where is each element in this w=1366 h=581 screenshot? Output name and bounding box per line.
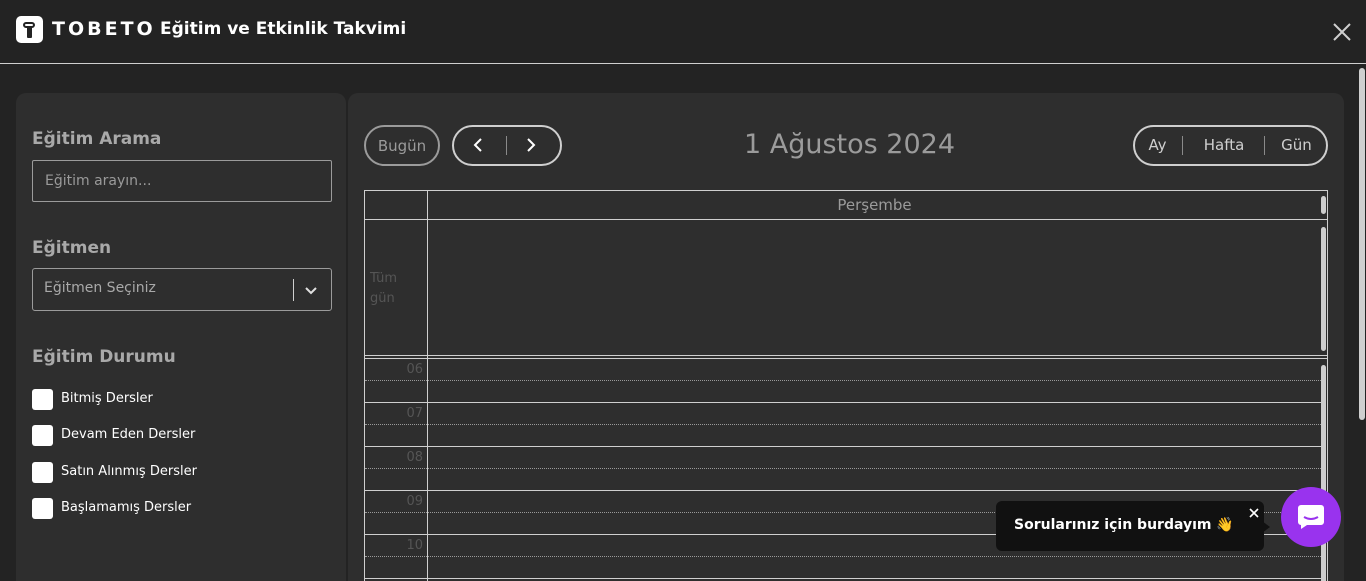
header-scrollbar[interactable] — [1321, 196, 1326, 214]
hour-line — [365, 402, 1321, 403]
training-search-input[interactable] — [32, 160, 332, 202]
chat-launcher-button[interactable] — [1281, 487, 1341, 547]
select-divider — [293, 279, 294, 301]
tooltip-arrow — [1262, 521, 1270, 533]
half-hour-line — [365, 468, 1321, 469]
top-header: TOBETO Eğitim ve Etkinlik Takvimi — [0, 0, 1366, 64]
hour-line — [365, 446, 1321, 447]
prev-button[interactable] — [454, 127, 507, 164]
checkbox[interactable] — [32, 498, 53, 519]
checkbox-label: Devam Eden Dersler — [61, 427, 196, 442]
checkbox[interactable] — [32, 425, 53, 446]
checkbox-label: Satın Alınmış Dersler — [61, 464, 197, 479]
hour-label: 09 — [406, 494, 423, 509]
today-button[interactable]: Bugün — [364, 125, 440, 166]
chat-tooltip-text: Sorularınız için burdayım 👋 — [1014, 517, 1234, 533]
chevron-down-icon[interactable] — [303, 282, 319, 298]
filter-sidebar: Eğitim Arama Eğitmen Eğitmen Seçiniz Eği… — [16, 93, 346, 581]
all-day-divider — [365, 358, 1327, 359]
checkbox-label: Bitmiş Dersler — [61, 391, 153, 406]
close-icon[interactable] — [1330, 20, 1354, 44]
current-date-title: 1 Ağustos 2024 — [744, 129, 956, 160]
instructor-select-value: Eğitmen Seçiniz — [44, 280, 156, 296]
view-week-button[interactable]: Hafta — [1183, 127, 1265, 164]
next-button[interactable] — [507, 127, 560, 164]
view-switcher: Ay Hafta Gün — [1133, 125, 1328, 166]
tobeto-logo-icon — [16, 16, 43, 43]
instructor-select[interactable]: Eğitmen Seçiniz — [32, 268, 332, 311]
checkbox[interactable] — [32, 462, 53, 483]
page-title: Eğitim ve Etkinlik Takvimi — [160, 19, 407, 39]
instructor-section-label: Eğitmen — [32, 238, 112, 258]
half-hour-line — [365, 556, 1321, 557]
all-day-label: Tüm gün — [370, 271, 398, 306]
view-day-button[interactable]: Gün — [1265, 127, 1328, 164]
all-day-divider — [365, 355, 1327, 356]
checkbox[interactable] — [32, 389, 53, 410]
view-month-button[interactable]: Ay — [1135, 127, 1180, 164]
status-section-label: Eğitim Durumu — [32, 347, 176, 367]
chevron-left-icon — [473, 138, 482, 152]
day-column-header: Perşembe — [837, 196, 912, 214]
half-hour-line — [365, 380, 1321, 381]
half-hour-line — [365, 424, 1321, 425]
hour-line — [365, 578, 1321, 579]
chat-tooltip[interactable]: Sorularınız için burdayım 👋 — [996, 501, 1270, 551]
page-scrollbar[interactable] — [1358, 64, 1366, 581]
hour-label: 07 — [406, 406, 423, 421]
chevron-right-icon — [527, 138, 536, 152]
hour-label: 06 — [406, 362, 423, 377]
hour-line — [365, 490, 1321, 491]
date-navigation — [452, 125, 562, 166]
chat-bubble-icon — [1298, 505, 1324, 529]
all-day-scrollbar[interactable] — [1321, 227, 1326, 351]
close-icon[interactable] — [1248, 504, 1260, 518]
header-divider — [365, 219, 1327, 220]
checkbox-label: Başlamamış Dersler — [61, 500, 192, 515]
time-gutter-divider — [427, 191, 428, 581]
search-section-label: Eğitim Arama — [32, 129, 162, 149]
page-scrollbar-thumb[interactable] — [1359, 68, 1365, 420]
hour-label: 08 — [406, 450, 423, 465]
hour-label: 10 — [406, 538, 423, 553]
time-grid-scrollbar[interactable] — [1321, 365, 1326, 581]
brand-name: TOBETO — [52, 18, 156, 40]
